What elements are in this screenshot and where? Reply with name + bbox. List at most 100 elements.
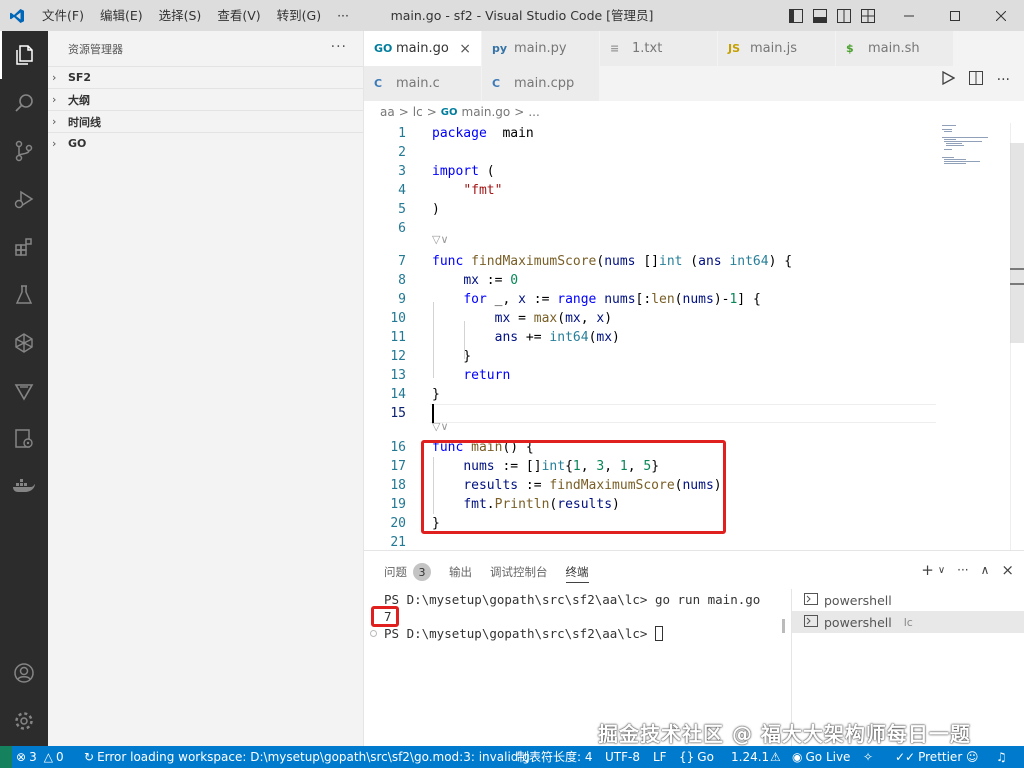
line-number[interactable]: 1 (364, 124, 406, 143)
line-number[interactable]: 5 (364, 200, 406, 219)
breadcrumb-symbols[interactable]: ... (528, 105, 539, 119)
line-number[interactable]: 9 (364, 290, 406, 309)
tab-close-icon[interactable]: × (459, 41, 471, 57)
line-number[interactable]: 20 (364, 514, 406, 533)
problems-status[interactable]: ⊗ 3 △ 0 (16, 746, 64, 768)
accounts-feedback-icon[interactable]: ☺ (966, 746, 979, 768)
tongyi-status-icon[interactable]: ✧ (863, 746, 873, 768)
tab-1-txt[interactable]: ≡ 1.txt (600, 31, 718, 66)
line-number[interactable]: 8 (364, 271, 406, 290)
menu-file[interactable]: 文件(F) (34, 0, 92, 31)
tab-main-cpp[interactable]: C main.cpp (482, 66, 600, 101)
line-number[interactable]: 18 (364, 476, 406, 495)
language-status[interactable]: {} Go (679, 746, 714, 768)
maximize-panel-chevron-up-icon[interactable]: ∧ (981, 563, 990, 577)
breadcrumb-lc[interactable]: lc (413, 105, 423, 119)
line-number[interactable]: 10 (364, 309, 406, 328)
line-number[interactable]: 16 (364, 438, 406, 457)
sidebar-section-sf2[interactable]: › SF2 (48, 66, 363, 88)
terminal-item-powershell-1[interactable]: powershell (792, 589, 1024, 611)
minimize-icon[interactable] (886, 0, 932, 31)
menu-view[interactable]: 查看(V) (209, 0, 268, 31)
breadcrumb-main-go[interactable]: main.go (462, 105, 511, 119)
remote-explorer-icon[interactable] (0, 415, 48, 463)
line-number[interactable]: 7 (364, 252, 406, 271)
go-version-warning-icon[interactable]: ⚠ (770, 746, 781, 768)
new-terminal-plus-icon[interactable]: + (921, 561, 934, 579)
maximize-icon[interactable] (932, 0, 978, 31)
testing-icon[interactable] (0, 271, 48, 319)
close-window-icon[interactable] (978, 0, 1024, 31)
tab-main-c[interactable]: C main.c (364, 66, 482, 101)
manage-gear-icon[interactable] (0, 697, 48, 745)
go-version-status[interactable]: 1.24.1 (731, 746, 769, 768)
code-editor[interactable]: 1 package main 2 3 import (4 "fmt" 5) 6 7 func f… (364, 123, 1024, 550)
go-live-status[interactable]: ◉ Go Live (792, 746, 850, 768)
line-number[interactable]: 13 (364, 366, 406, 385)
customize-layout-icon[interactable] (860, 8, 876, 24)
encoding-status[interactable]: UTF-8 (605, 746, 640, 768)
more-actions-icon[interactable]: ··· (957, 563, 968, 577)
close-panel-icon[interactable]: × (1001, 561, 1014, 579)
line-number[interactable]: 11 (364, 328, 406, 347)
line-number[interactable]: 12 (364, 347, 406, 366)
scrollbar-thumb[interactable] (1010, 143, 1024, 343)
panel-tab-terminal[interactable]: 终端 (565, 561, 589, 583)
menu-selection[interactable]: 选择(S) (151, 0, 210, 31)
prettier-status[interactable]: ✓✓ Prettier (895, 746, 962, 768)
breadcrumb-aa[interactable]: aa (380, 105, 395, 119)
line-number[interactable]: 14 (364, 385, 406, 404)
remote-indicator[interactable] (0, 746, 12, 768)
toggle-panel-icon[interactable] (812, 8, 828, 24)
code-token: mx (463, 273, 479, 288)
minimap[interactable] (940, 123, 1010, 183)
tab-size-status[interactable]: 制表符长度: 4 (517, 746, 593, 768)
search-icon[interactable] (0, 79, 48, 127)
editor-vertical-scrollbar[interactable] (1010, 123, 1024, 550)
panel-tab-output[interactable]: 输出 (449, 561, 472, 583)
menu-edit[interactable]: 编辑(E) (92, 0, 151, 31)
docker-icon[interactable] (0, 463, 48, 511)
sidebar-section-timeline[interactable]: › 时间线 (48, 110, 363, 132)
toggle-secondary-sidebar-icon[interactable] (836, 8, 852, 24)
terminal-dropdown-chevron-icon[interactable]: ∨ (938, 565, 945, 576)
triangle-extension-icon[interactable] (0, 367, 48, 415)
panel-tab-debug-console[interactable]: 调试控制台 (490, 561, 548, 583)
eol-status[interactable]: LF (653, 746, 667, 768)
menu-more[interactable]: ··· (329, 0, 357, 31)
tab-main-sh[interactable]: $ main.sh (836, 31, 954, 66)
run-debug-icon[interactable] (0, 175, 48, 223)
chevron-right-icon: › (52, 115, 57, 128)
code-token: ) (604, 311, 613, 326)
line-number[interactable]: 4 (364, 181, 406, 200)
source-control-icon[interactable] (0, 127, 48, 175)
panel-tab-problems[interactable]: 问题 3 (384, 561, 431, 583)
workspace-error-status[interactable]: ↻ Error loading workspace: D:\mysetup\gop… (84, 746, 530, 768)
line-number[interactable]: 3 (364, 162, 406, 181)
tab-main-go[interactable]: GO main.go × (364, 31, 482, 66)
line-number[interactable]: 2 (364, 143, 406, 162)
line-number[interactable]: 19 (364, 495, 406, 514)
toggle-primary-sidebar-icon[interactable] (788, 8, 804, 24)
terminal-scrollbar[interactable] (782, 619, 785, 633)
run-file-icon[interactable] (941, 70, 955, 88)
line-number[interactable]: 21 (364, 533, 406, 550)
tab-main-py[interactable]: py main.py (482, 31, 600, 66)
tongyi-icon[interactable] (0, 319, 48, 367)
accounts-icon[interactable] (0, 649, 48, 697)
line-number[interactable]: 15 (364, 404, 406, 423)
explorer-icon[interactable] (0, 31, 48, 79)
extensions-icon[interactable] (0, 223, 48, 271)
codelens-tongyi-icon[interactable]: ▽∨ (432, 233, 449, 252)
notifications-bell-icon[interactable]: ♫ (996, 746, 1007, 768)
line-number[interactable]: 17 (364, 457, 406, 476)
split-editor-icon[interactable] (968, 71, 983, 88)
tab-main-js[interactable]: JS main.js (718, 31, 836, 66)
sidebar-section-outline[interactable]: › 大纲 (48, 88, 363, 110)
sidebar-section-go[interactable]: › GO (48, 132, 363, 154)
sidebar-more-button[interactable]: ··· (331, 39, 347, 55)
more-actions-icon[interactable]: ··· (997, 72, 1010, 88)
terminal-item-powershell-2[interactable]: powershell lc (792, 611, 1024, 633)
line-number[interactable]: 6 (364, 219, 406, 238)
menu-go[interactable]: 转到(G) (269, 0, 329, 31)
